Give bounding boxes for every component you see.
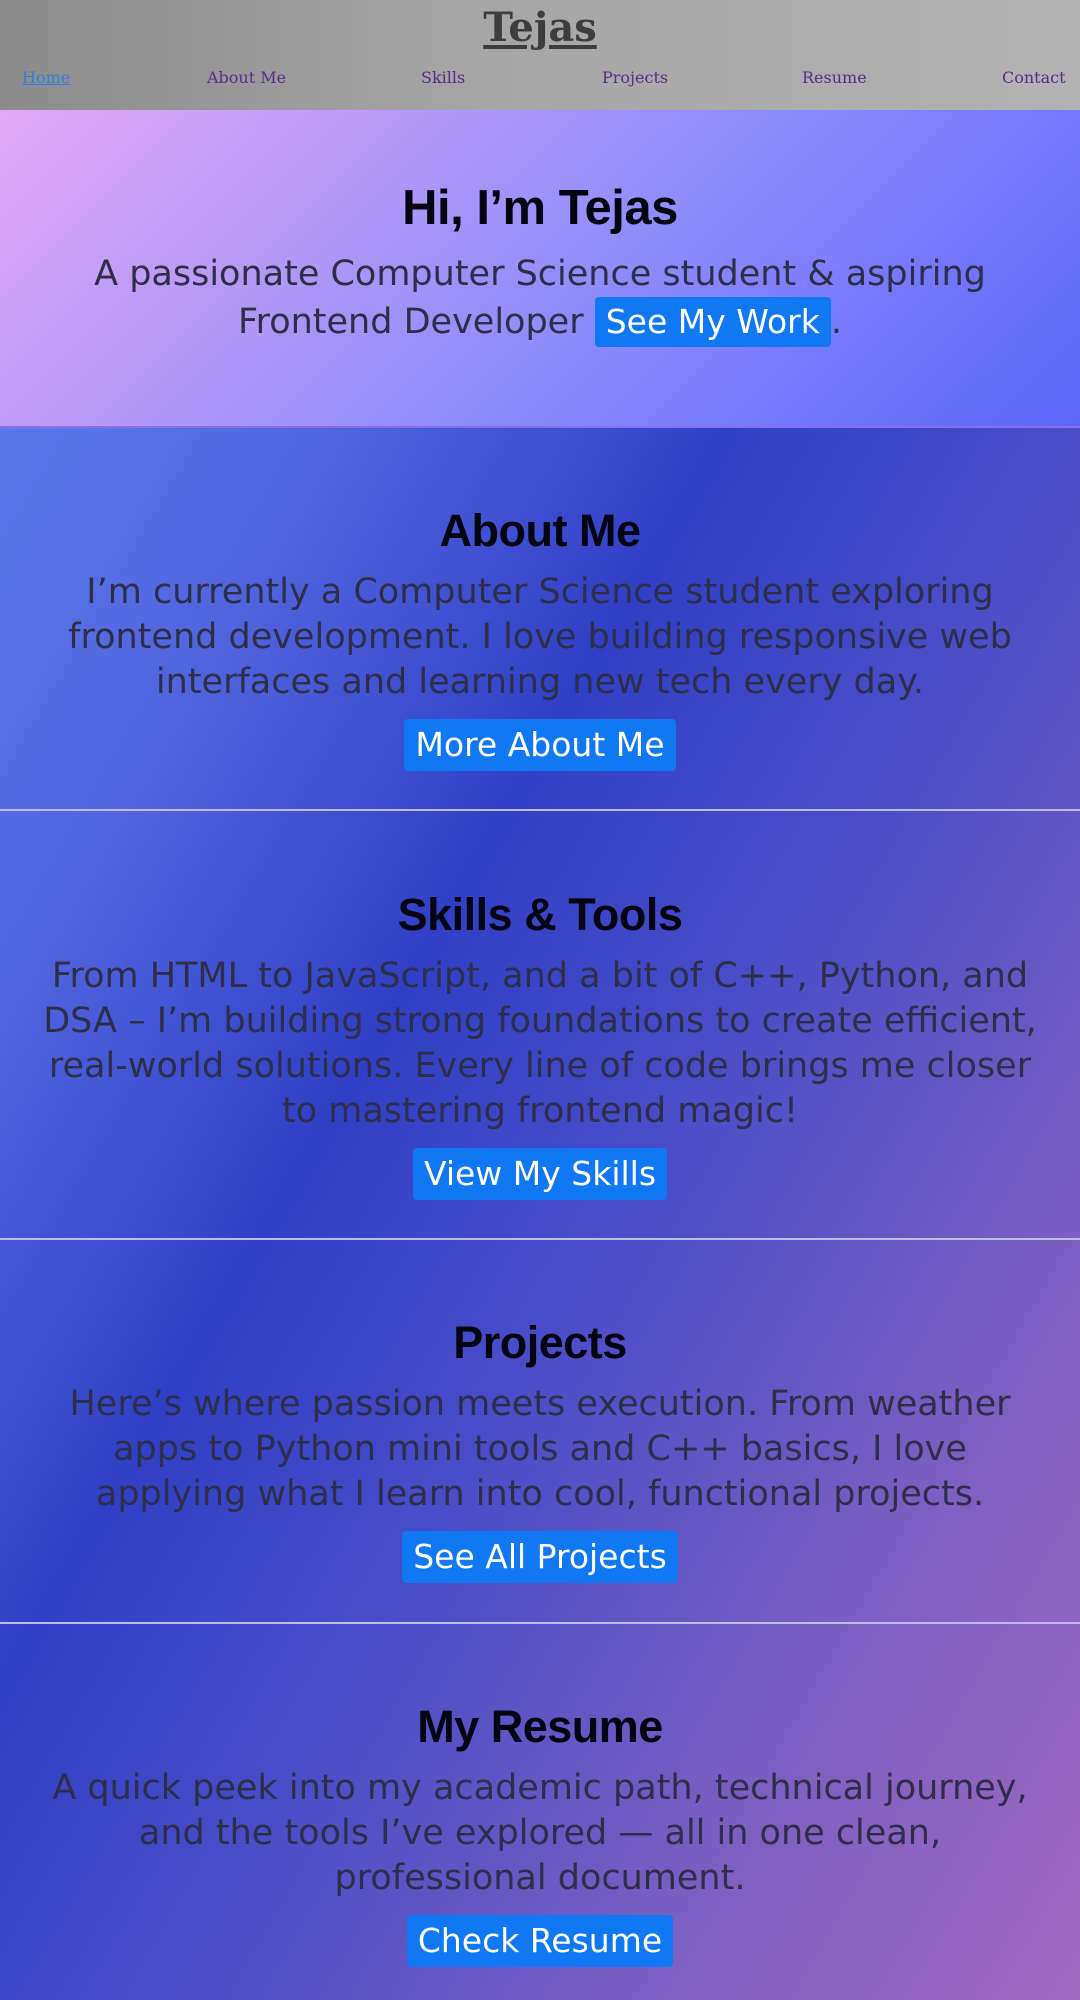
resume-title: My Resume <box>417 1701 663 1752</box>
nav-link-resume[interactable]: Resume <box>802 68 867 87</box>
skills-section: Skills & Tools From HTML to JavaScript, … <box>0 889 1080 1200</box>
hero-content: Hi, I’m Tejas A passionate Computer Scie… <box>0 180 1080 347</box>
nav-link-projects[interactable]: Projects <box>602 68 668 87</box>
hero-title: Hi, I’m Tejas <box>402 181 678 235</box>
about-section: About Me I’m currently a Computer Scienc… <box>0 505 1080 771</box>
section-divider <box>0 1622 1080 1624</box>
section-divider <box>0 809 1080 811</box>
hero-subtitle-period: . <box>830 302 842 342</box>
skills-text: From HTML to JavaScript, and a bit of C+… <box>43 956 1037 1131</box>
section-divider <box>0 1238 1080 1240</box>
top-header: Tejas Home About Me Skills Projects Resu… <box>0 0 1080 111</box>
check-resume-button[interactable]: Check Resume <box>406 1915 674 1967</box>
hero-subtitle: A passionate Computer Science student & … <box>0 252 1080 347</box>
about-title: About Me <box>439 505 641 556</box>
nav-link-about[interactable]: About Me <box>207 68 286 87</box>
see-my-work-button[interactable]: See My Work <box>594 297 831 347</box>
site-brand[interactable]: Tejas <box>0 4 1080 51</box>
nav-link-contact[interactable]: Contact <box>1002 68 1066 87</box>
resume-section: My Resume A quick peek into my academic … <box>0 1701 1080 1967</box>
about-text: I’m currently a Computer Science student… <box>68 572 1012 702</box>
projects-title: Projects <box>453 1317 627 1368</box>
projects-section: Projects Here’s where passion meets exec… <box>0 1317 1080 1583</box>
view-my-skills-button[interactable]: View My Skills <box>412 1148 668 1200</box>
hero-subtitle-text: A passionate Computer Science student & … <box>94 254 986 342</box>
main-nav: Home About Me Skills Projects Resume Con… <box>0 68 1080 92</box>
nav-link-home[interactable]: Home <box>22 68 70 87</box>
more-about-me-button[interactable]: More About Me <box>404 719 676 771</box>
projects-text: Here’s where passion meets execution. Fr… <box>69 1384 1011 1514</box>
resume-text: A quick peek into my academic path, tech… <box>52 1768 1028 1898</box>
skills-title: Skills & Tools <box>397 889 683 940</box>
nav-link-skills[interactable]: Skills <box>421 68 465 87</box>
see-all-projects-button[interactable]: See All Projects <box>402 1531 678 1583</box>
